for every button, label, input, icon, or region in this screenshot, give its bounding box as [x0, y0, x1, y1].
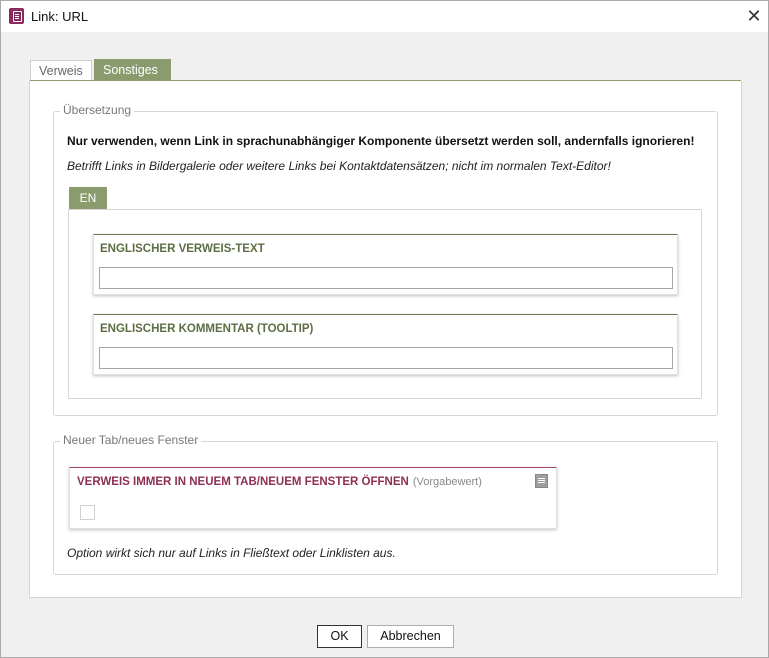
ok-button[interactable]: OK	[317, 625, 362, 648]
open-new-tab-card: VERWEIS IMMER IN NEUEM TAB/NEUEM FENSTER…	[69, 467, 557, 529]
translation-warning: Nur verwenden, wenn Link in sprachunabhä…	[67, 134, 695, 148]
open-new-tab-label-text: VERWEIS IMMER IN NEUEM TAB/NEUEM FENSTER…	[77, 476, 409, 488]
translation-hint: Betrifft Links in Bildergalerie oder wei…	[67, 159, 611, 173]
tab-verweis[interactable]: Verweis	[30, 60, 92, 81]
english-tooltip-input[interactable]	[99, 347, 673, 369]
new-window-legend: Neuer Tab/neues Fenster	[60, 433, 202, 447]
english-link-text-input[interactable]	[99, 267, 673, 289]
english-tooltip-card: ENGLISCHER KOMMENTAR (TOOLTIP)	[93, 314, 678, 375]
translation-legend: Übersetzung	[60, 103, 135, 117]
new-window-note: Option wirkt sich nur auf Links in Fließ…	[67, 546, 396, 560]
document-icon[interactable]	[535, 474, 548, 488]
cancel-button[interactable]: Abbrechen	[367, 625, 454, 648]
document-link-icon	[9, 8, 24, 24]
default-value-hint: (Vorgabewert)	[412, 476, 482, 488]
open-new-tab-label: VERWEIS IMMER IN NEUEM TAB/NEUEM FENSTER…	[77, 476, 482, 488]
tab-language-en[interactable]: EN	[69, 187, 107, 209]
english-link-text-label: ENGLISCHER VERWEIS-TEXT	[100, 243, 265, 255]
link-url-dialog: Link: URL ✕ Verweis Sonstiges Übersetzun…	[0, 0, 769, 658]
title-bar: Link: URL ✕	[1, 1, 768, 32]
english-tooltip-label: ENGLISCHER KOMMENTAR (TOOLTIP)	[100, 323, 314, 335]
tab-sonstiges[interactable]: Sonstiges	[94, 59, 171, 80]
english-link-text-card: ENGLISCHER VERWEIS-TEXT	[93, 234, 678, 295]
window-title: Link: URL	[31, 9, 89, 24]
open-new-tab-checkbox[interactable]	[80, 505, 95, 520]
close-icon[interactable]: ✕	[744, 6, 764, 26]
